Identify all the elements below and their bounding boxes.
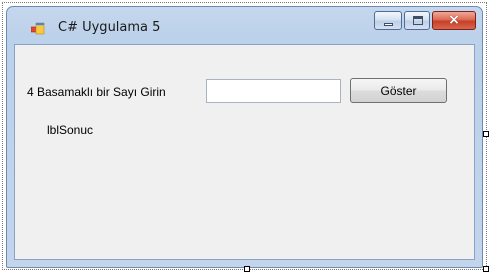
resize-handle-right[interactable] xyxy=(483,131,489,137)
show-button[interactable]: Göster xyxy=(350,78,447,103)
close-button[interactable]: × xyxy=(432,11,476,30)
maximize-icon xyxy=(413,16,423,25)
minimize-button[interactable] xyxy=(374,11,402,30)
close-icon: × xyxy=(448,12,460,28)
app-icon xyxy=(31,22,45,35)
resize-handle-corner[interactable] xyxy=(483,266,489,272)
maximize-button[interactable] xyxy=(404,11,430,30)
form-designer-surface: C# Uygulama 5 × 4 Basamaklı bir Sayı Gir… xyxy=(0,0,492,280)
window-title: C# Uygulama 5 xyxy=(58,20,161,35)
resize-handle-bottom[interactable] xyxy=(244,266,250,272)
prompt-label: 4 Basamaklı bir Sayı Girin xyxy=(27,85,166,99)
form-window: C# Uygulama 5 × xyxy=(6,6,483,268)
title-bar[interactable]: C# Uygulama 5 × xyxy=(7,7,482,44)
form-client-area xyxy=(14,44,475,260)
result-label: lblSonuc xyxy=(47,123,94,137)
number-input[interactable] xyxy=(206,79,341,103)
minimize-icon xyxy=(384,23,393,26)
caption-buttons: × xyxy=(374,11,476,31)
